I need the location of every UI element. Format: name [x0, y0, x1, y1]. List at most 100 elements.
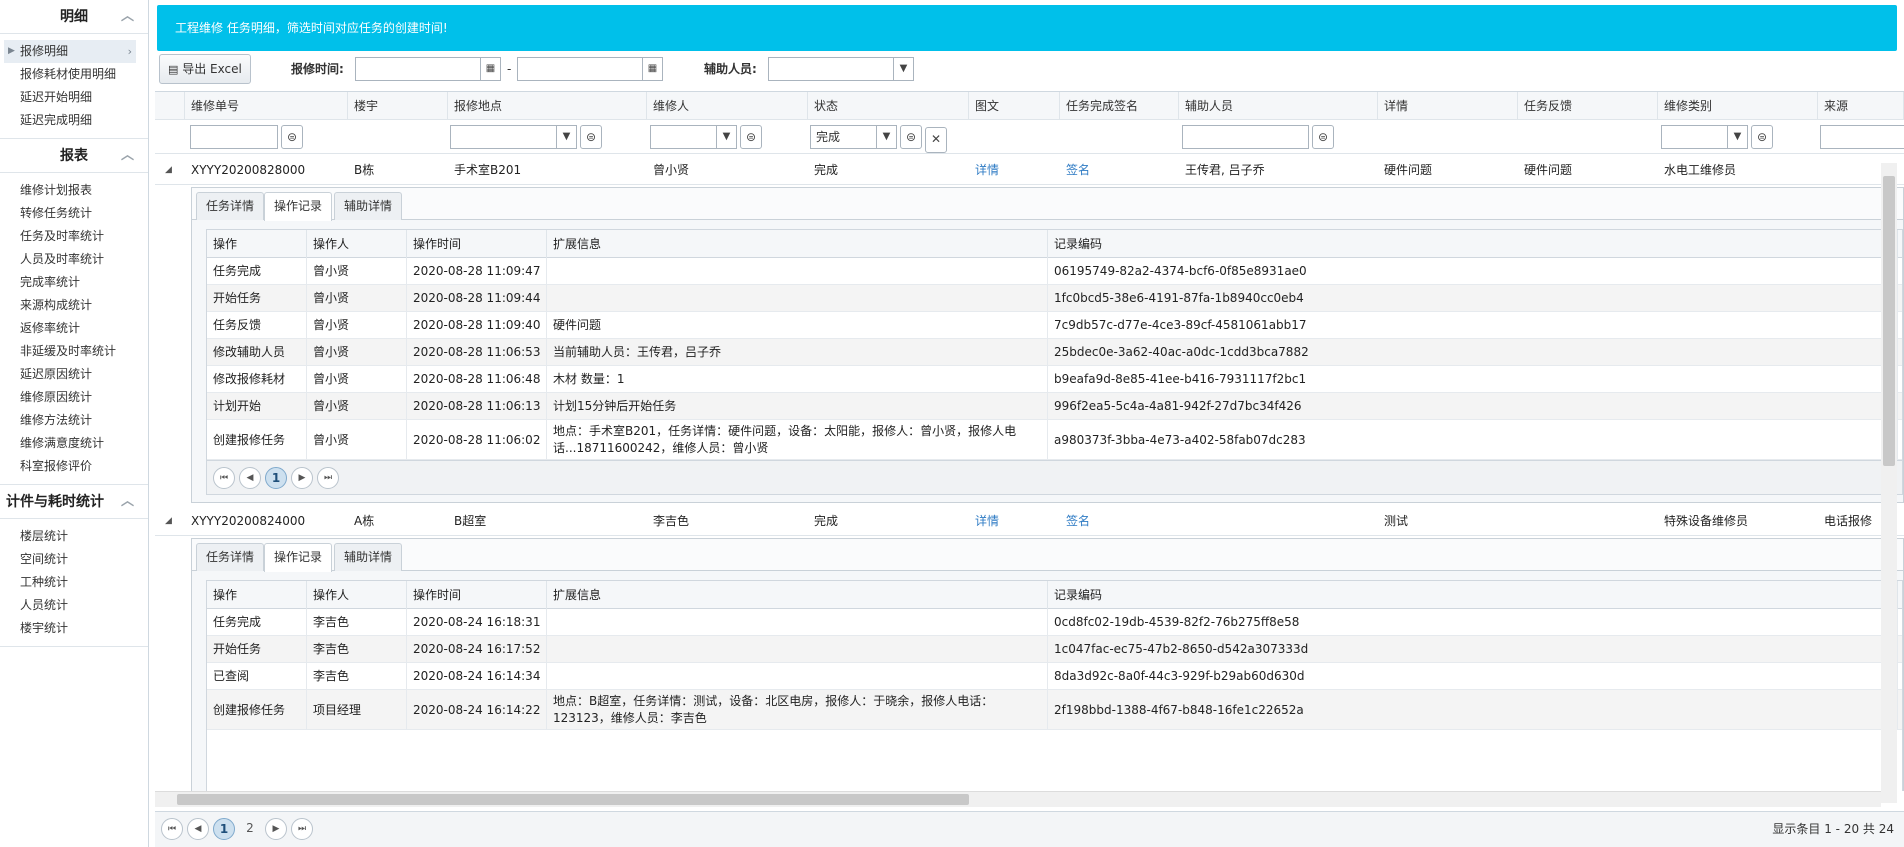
- sidebar-section-header[interactable]: 明细 ︿: [0, 0, 148, 34]
- sidebar-item[interactable]: 报修耗材使用明细: [0, 63, 148, 86]
- sidebar-item[interactable]: 任务及时率统计: [0, 225, 148, 248]
- sidebar-item[interactable]: 维修计划报表: [0, 179, 148, 202]
- header-detail[interactable]: 详情: [1378, 92, 1518, 120]
- log-header-user: 操作人: [307, 230, 407, 258]
- sidebar-item[interactable]: 转修任务统计: [0, 202, 148, 225]
- page-number[interactable]: 1: [265, 467, 287, 489]
- next-page-icon[interactable]: ▶: [265, 818, 287, 840]
- sidebar-item[interactable]: 维修满意度统计: [0, 432, 148, 455]
- tab-assist-detail[interactable]: 辅助详情: [334, 192, 403, 220]
- detail-link[interactable]: 详情: [969, 506, 1060, 536]
- calendar-icon[interactable]: ▦: [480, 58, 500, 80]
- tab-assist-detail[interactable]: 辅助详情: [334, 543, 403, 571]
- sidebar-section-header[interactable]: 报表 ︿: [0, 139, 148, 173]
- collapse-icon[interactable]: ◢: [165, 155, 172, 185]
- sidebar-section-header[interactable]: 计件与耗时统计 ︿: [0, 485, 148, 519]
- sidebar-item[interactable]: 人员及时率统计: [0, 248, 148, 271]
- header-order-no[interactable]: 维修单号: [185, 92, 348, 120]
- tab-operation-log[interactable]: 操作记录: [264, 543, 333, 572]
- end-date-input[interactable]: ▦: [517, 57, 663, 81]
- start-date-input[interactable]: ▦: [355, 57, 501, 81]
- prev-page-icon[interactable]: ◀: [239, 467, 261, 489]
- header-status[interactable]: 状态: [808, 92, 969, 120]
- filter-category-select[interactable]: ▼: [1661, 125, 1748, 149]
- sidebar-item[interactable]: 维修方法统计: [0, 409, 148, 432]
- tab-task-detail[interactable]: 任务详情: [196, 192, 265, 220]
- sidebar-item[interactable]: 返修率统计: [0, 317, 148, 340]
- filter-icon[interactable]: ⊜: [1312, 125, 1334, 149]
- tab-operation-log[interactable]: 操作记录: [264, 192, 333, 221]
- header-repairer[interactable]: 维修人: [647, 92, 808, 120]
- dropdown-arrow-icon[interactable]: ▼: [1727, 126, 1747, 148]
- table-row[interactable]: ◢ XYYY20200824000 A栋 B超室 李吉色 完成 详情 签名 测试…: [155, 506, 1904, 536]
- sidebar-item-repair-detail[interactable]: ▶ 报修明细 ›: [4, 40, 136, 63]
- filter-source-input[interactable]: [1820, 125, 1904, 149]
- dropdown-arrow-icon[interactable]: ▼: [876, 126, 896, 148]
- dropdown-arrow-icon[interactable]: ▼: [716, 126, 736, 148]
- table-row[interactable]: ◢ XYYY20200828000 B栋 手术室B201 曾小贤 完成 详情 签…: [155, 155, 1904, 185]
- filter-order-input[interactable]: [190, 125, 278, 149]
- dropdown-arrow-icon[interactable]: ▼: [893, 58, 913, 80]
- detail-link[interactable]: 详情: [969, 155, 1060, 185]
- chevron-up-icon[interactable]: ︿: [121, 139, 134, 173]
- prev-page-icon[interactable]: ◀: [187, 818, 209, 840]
- filter-location-select[interactable]: ▼: [450, 125, 577, 149]
- sidebar-item[interactable]: 非延缓及时率统计: [0, 340, 148, 363]
- filter-icon[interactable]: ⊜: [1751, 125, 1773, 149]
- header-sign[interactable]: 任务完成签名: [1060, 92, 1179, 120]
- date-separator: -: [507, 62, 512, 76]
- export-excel-button[interactable]: ▤ 导出 Excel: [159, 54, 251, 84]
- filter-assistant-input[interactable]: [1182, 125, 1309, 149]
- filter-icon[interactable]: ⊜: [740, 125, 762, 149]
- header-building[interactable]: 楼宇: [348, 92, 448, 120]
- chevron-up-icon[interactable]: ︿: [121, 0, 134, 34]
- sign-link[interactable]: 签名: [1060, 155, 1179, 185]
- calendar-icon[interactable]: ▦: [642, 58, 662, 80]
- dropdown-arrow-icon[interactable]: ▼: [556, 126, 576, 148]
- sidebar-item[interactable]: 楼宇统计: [0, 617, 148, 640]
- log-time: 2020-08-24 16:14:34: [407, 663, 547, 689]
- assist-staff-select[interactable]: ▼: [768, 57, 914, 81]
- filter-icon[interactable]: ⊜: [900, 125, 922, 149]
- chevron-up-icon[interactable]: ︿: [121, 485, 134, 519]
- filter-repairer-select[interactable]: ▼: [650, 125, 737, 149]
- header-feedback[interactable]: 任务反馈: [1518, 92, 1658, 120]
- header-pic[interactable]: 图文: [969, 92, 1060, 120]
- last-page-icon[interactable]: ⏭: [291, 818, 313, 840]
- log-pager: ⏮ ◀ 1 ▶ ⏭: [207, 460, 1902, 494]
- clear-filter-icon[interactable]: ✕: [925, 127, 947, 153]
- sidebar-item[interactable]: 楼层统计: [0, 525, 148, 548]
- page-1-button[interactable]: 1: [213, 818, 235, 840]
- sign-link[interactable]: 签名: [1060, 506, 1179, 536]
- first-page-icon[interactable]: ⏮: [213, 467, 235, 489]
- log-row: 开始任务 李吉色 2020-08-24 16:17:52 1c047fac-ec75-…: [207, 636, 1902, 663]
- header-category[interactable]: 维修类别: [1658, 92, 1818, 120]
- filter-icon[interactable]: ⊜: [281, 125, 303, 149]
- filter-icon[interactable]: ⊜: [580, 125, 602, 149]
- vertical-scroll-thumb[interactable]: [1883, 176, 1895, 466]
- log-time: 2020-08-28 11:09:44: [407, 285, 547, 311]
- sidebar-item[interactable]: 工种统计: [0, 571, 148, 594]
- header-source[interactable]: 来源: [1818, 92, 1904, 120]
- sidebar-item[interactable]: 空间统计: [0, 548, 148, 571]
- sidebar-item[interactable]: 维修原因统计: [0, 386, 148, 409]
- sidebar-item[interactable]: 完成率统计: [0, 271, 148, 294]
- sidebar-item[interactable]: 延迟开始明细: [0, 86, 148, 109]
- log-header-op: 操作: [207, 581, 307, 609]
- last-page-icon[interactable]: ⏭: [317, 467, 339, 489]
- header-location[interactable]: 报修地点: [448, 92, 647, 120]
- collapse-icon[interactable]: ◢: [165, 506, 172, 536]
- sidebar-item[interactable]: 延迟原因统计: [0, 363, 148, 386]
- sidebar-item[interactable]: 来源构成统计: [0, 294, 148, 317]
- filter-status-select[interactable]: 完成 ▼: [810, 125, 897, 149]
- record-summary: 显示条目 1 - 20 共 24: [1772, 822, 1894, 836]
- next-page-icon[interactable]: ▶: [291, 467, 313, 489]
- page-2-button[interactable]: 2: [239, 818, 261, 840]
- header-assistant[interactable]: 辅助人员: [1179, 92, 1378, 120]
- sidebar-item[interactable]: 人员统计: [0, 594, 148, 617]
- tab-task-detail[interactable]: 任务详情: [196, 543, 265, 571]
- sidebar-item[interactable]: 科室报修评价: [0, 455, 148, 478]
- first-page-icon[interactable]: ⏮: [161, 818, 183, 840]
- sidebar-item[interactable]: 延迟完成明细: [0, 109, 148, 132]
- horizontal-scroll-thumb[interactable]: [177, 794, 969, 805]
